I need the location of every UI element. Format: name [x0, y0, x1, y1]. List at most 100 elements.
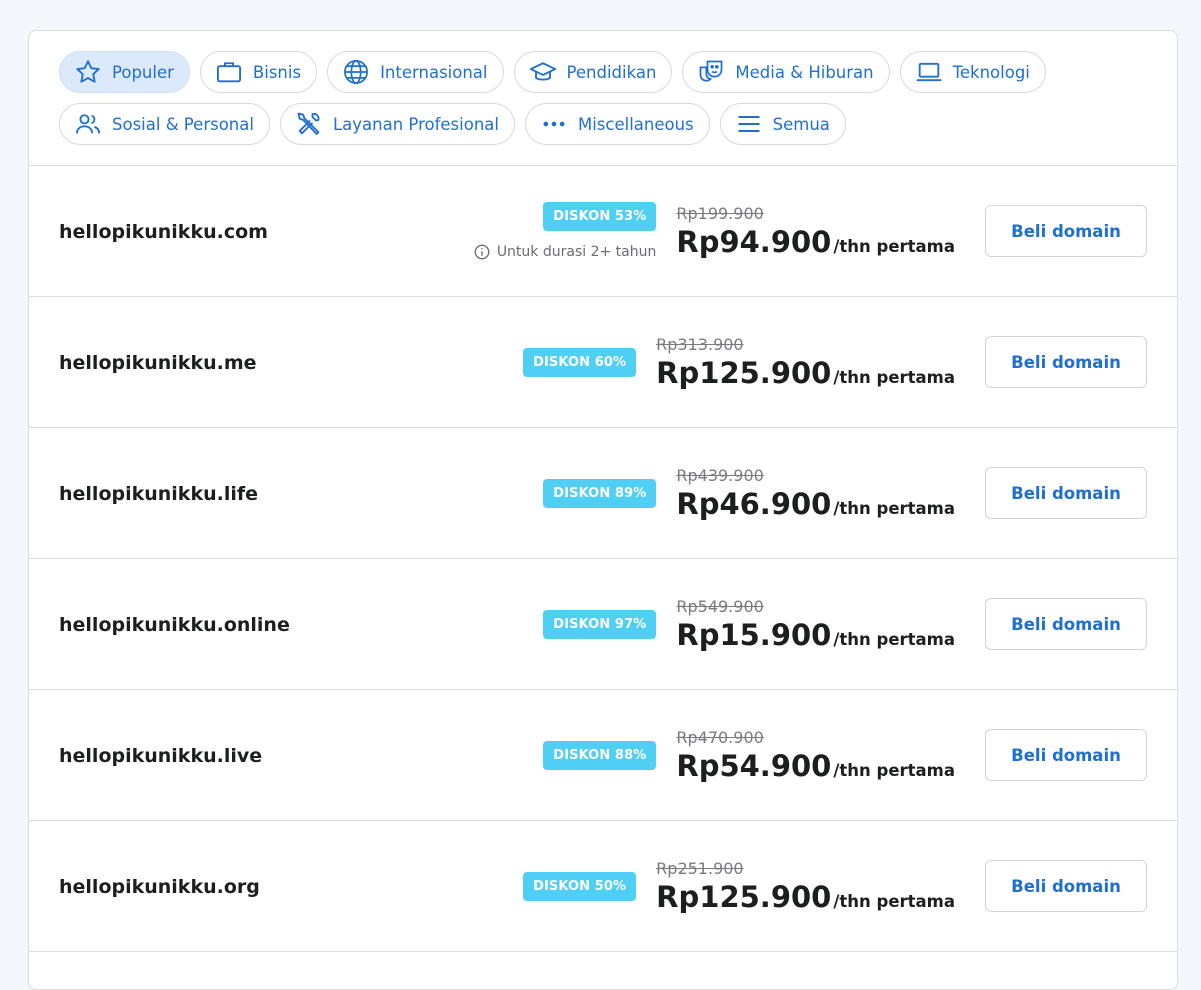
filter-label: Populer: [112, 62, 174, 82]
new-price-line: Rp125.900 /thn pertama: [656, 880, 955, 914]
old-price: Rp313.900: [656, 335, 744, 354]
price-period: /thn pertama: [833, 761, 955, 780]
filter-chip-internasional[interactable]: Internasional: [327, 51, 504, 93]
discount-badge: DISKON 53%: [543, 202, 657, 231]
filter-chip-media-hiburan[interactable]: Media & Hiburan: [682, 51, 890, 93]
domain-name: hellopikunikku.me: [59, 351, 257, 374]
duration-note: Untuk durasi 2+ tahun: [473, 243, 657, 261]
new-price-line: Rp15.900 /thn pertama: [676, 618, 955, 652]
badge-column: DISKON 88%: [543, 741, 657, 770]
filter-label: Media & Hiburan: [735, 62, 874, 82]
domain-name: hellopikunikku.online: [59, 613, 290, 636]
prices: Rp313.900 Rp125.900 /thn pertama: [656, 335, 955, 390]
new-price: Rp125.900: [656, 880, 832, 914]
domain-results-card: Populer Bisnis Internasional Pendidikan …: [28, 30, 1178, 990]
price-block: DISKON 97% Rp549.900 Rp15.900 /thn perta…: [543, 559, 955, 690]
tools-icon: [297, 112, 320, 135]
more-dots-icon: [543, 121, 565, 127]
domain-name: hellopikunikku.com: [59, 220, 268, 243]
new-price: Rp54.900: [676, 749, 832, 783]
filter-chip-miscellaneous[interactable]: Miscellaneous: [524, 103, 710, 145]
prices: Rp470.900 Rp54.900 /thn pertama: [676, 728, 955, 783]
new-price: Rp15.900: [676, 618, 832, 652]
price-period: /thn pertama: [833, 237, 955, 256]
domain-row: hellopikunikku.live DISKON 88% Rp470.900…: [29, 690, 1177, 821]
buy-domain-button[interactable]: Beli domain: [985, 467, 1147, 519]
filter-chip-populer[interactable]: Populer: [59, 51, 190, 93]
filter-label: Bisnis: [252, 62, 302, 82]
prices: Rp549.900 Rp15.900 /thn pertama: [676, 597, 955, 652]
badge-column: DISKON 50%: [523, 872, 637, 901]
new-price-line: Rp54.900 /thn pertama: [676, 749, 955, 783]
filter-label: Sosial & Personal: [112, 114, 254, 134]
prices: Rp439.900 Rp46.900 /thn pertama: [676, 466, 955, 521]
badge-column: DISKON 60%: [523, 348, 637, 377]
old-price: Rp199.900: [676, 204, 764, 223]
discount-badge: DISKON 88%: [543, 741, 657, 770]
filter-row-1: Populer Bisnis Internasional Pendidikan …: [59, 51, 1147, 93]
badge-column: DISKON 89%: [543, 479, 657, 508]
price-block: DISKON 89% Rp439.900 Rp46.900 /thn perta…: [543, 428, 955, 559]
badge-column: DISKON 97%: [543, 610, 657, 639]
old-price: Rp470.900: [676, 728, 764, 747]
filter-label: Layanan Profesional: [332, 114, 499, 134]
domain-row: hellopikunikku.com DISKON 53% Untuk dura…: [29, 166, 1177, 297]
old-price: Rp549.900: [676, 597, 764, 616]
filter-row-2: Sosial & Personal Layanan Profesional Mi…: [59, 103, 1147, 145]
domain-row: hellopikunikku.org DISKON 50% Rp251.900 …: [29, 821, 1177, 952]
price-period: /thn pertama: [833, 892, 955, 911]
domain-row: hellopikunikku.life DISKON 89% Rp439.900…: [29, 428, 1177, 559]
price-block: DISKON 50% Rp251.900 Rp125.900 /thn pert…: [523, 821, 955, 952]
filter-chip-bisnis[interactable]: Bisnis: [199, 51, 318, 93]
prices: Rp251.900 Rp125.900 /thn pertama: [656, 859, 955, 914]
star-icon: [76, 60, 100, 83]
discount-badge: DISKON 89%: [543, 479, 657, 508]
price-block: DISKON 60% Rp313.900 Rp125.900 /thn pert…: [523, 297, 955, 428]
category-filters: Populer Bisnis Internasional Pendidikan …: [29, 31, 1177, 166]
discount-badge: DISKON 50%: [523, 872, 637, 901]
domain-row: hellopikunikku.me DISKON 60% Rp313.900 R…: [29, 297, 1177, 428]
buy-domain-button[interactable]: Beli domain: [985, 598, 1147, 650]
domain-name: hellopikunikku.live: [59, 744, 263, 767]
graduation-cap-icon: [529, 62, 556, 81]
new-price-line: Rp46.900 /thn pertama: [676, 487, 955, 521]
laptop-icon: [916, 62, 941, 82]
price-block: DISKON 53% Untuk durasi 2+ tahun Rp199.9…: [473, 166, 955, 297]
prices: Rp199.900 Rp94.900 /thn pertama: [676, 204, 955, 259]
filter-label: Internasional: [380, 62, 488, 82]
filter-label: Teknologi: [952, 62, 1030, 82]
filter-chip-pendidikan[interactable]: Pendidikan: [513, 51, 673, 93]
filter-chip-semua[interactable]: Semua: [719, 103, 846, 145]
domain-name: hellopikunikku.org: [59, 875, 260, 898]
buy-domain-button[interactable]: Beli domain: [985, 729, 1147, 781]
filter-chip-layanan-profesional[interactable]: Layanan Profesional: [279, 103, 515, 145]
old-price: Rp439.900: [676, 466, 764, 485]
price-period: /thn pertama: [833, 499, 955, 518]
domain-name: hellopikunikku.life: [59, 482, 258, 505]
buy-domain-button[interactable]: Beli domain: [985, 860, 1147, 912]
discount-badge: DISKON 97%: [543, 610, 657, 639]
filter-chip-sosial-personal[interactable]: Sosial & Personal: [59, 103, 270, 145]
price-period: /thn pertama: [833, 630, 955, 649]
discount-badge: DISKON 60%: [523, 348, 637, 377]
domain-row: hellopikunikku.online DISKON 97% Rp549.9…: [29, 559, 1177, 690]
info-icon: [474, 244, 490, 260]
buy-domain-button[interactable]: Beli domain: [985, 336, 1147, 388]
filter-label: Pendidikan: [566, 62, 657, 82]
users-icon: [75, 114, 101, 134]
buy-domain-button[interactable]: Beli domain: [985, 205, 1147, 257]
theater-masks-icon: [700, 60, 723, 82]
filter-label: Miscellaneous: [577, 114, 694, 134]
badge-column: DISKON 53% Untuk durasi 2+ tahun: [473, 202, 657, 261]
filter-chip-teknologi[interactable]: Teknologi: [899, 51, 1046, 93]
filter-label: Semua: [772, 114, 830, 134]
globe-icon: [344, 60, 369, 84]
price-block: DISKON 88% Rp470.900 Rp54.900 /thn perta…: [543, 690, 955, 821]
old-price: Rp251.900: [656, 859, 744, 878]
new-price-line: Rp125.900 /thn pertama: [656, 356, 955, 390]
new-price: Rp94.900: [676, 225, 832, 259]
duration-note-text: Untuk durasi 2+ tahun: [496, 244, 657, 260]
briefcase-icon: [216, 62, 241, 83]
domain-results-list: hellopikunikku.com DISKON 53% Untuk dura…: [29, 166, 1177, 952]
price-period: /thn pertama: [833, 368, 955, 387]
